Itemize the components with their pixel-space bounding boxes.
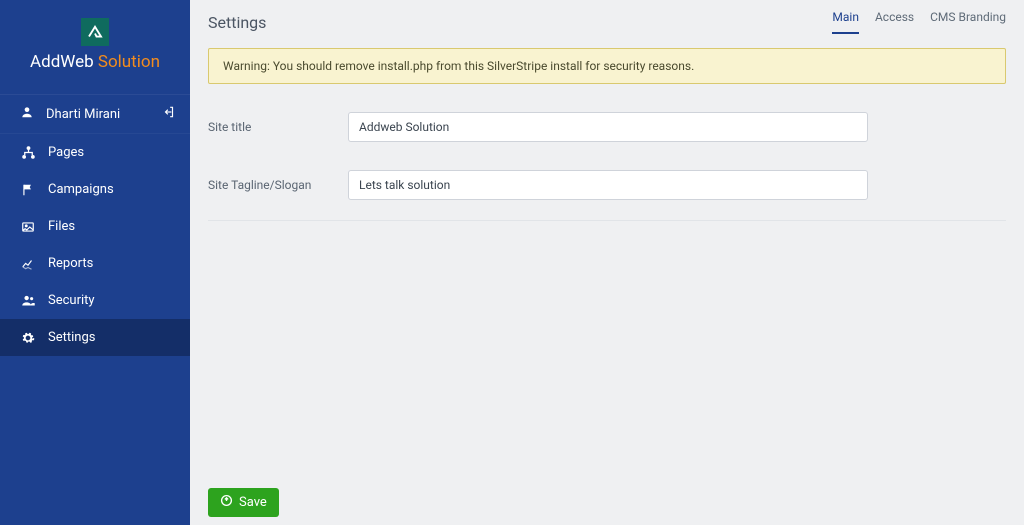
sidebar-item-security[interactable]: Security [0, 282, 190, 319]
site-title-input[interactable] [348, 112, 868, 142]
main-area: Settings Main Access CMS Branding Warnin… [190, 0, 1024, 525]
sidebar-item-label: Pages [48, 145, 84, 160]
brand-logo-block: AddWeb Solution [0, 0, 190, 94]
warning-alert: Warning: You should remove install.php f… [208, 48, 1006, 84]
chart-icon [20, 257, 36, 271]
flag-icon [20, 183, 36, 197]
user-profile-row[interactable]: Dharti Mirani [0, 94, 190, 134]
topbar: Settings Main Access CMS Branding [190, 0, 1024, 34]
sidebar-item-campaigns[interactable]: Campaigns [0, 171, 190, 208]
sidebar-item-files[interactable]: Files [0, 208, 190, 245]
page-title: Settings [208, 13, 832, 32]
sidebar-item-label: Campaigns [48, 182, 114, 197]
save-button[interactable]: Save [208, 488, 279, 517]
sidebar-item-label: Settings [48, 330, 95, 345]
sidebar: AddWeb Solution Dharti Mirani Pages Camp… [0, 0, 190, 525]
tab-main[interactable]: Main [832, 10, 859, 34]
sidebar-item-pages[interactable]: Pages [0, 134, 190, 171]
sidebar-item-reports[interactable]: Reports [0, 245, 190, 282]
sidebar-item-label: Files [48, 219, 75, 234]
sitemap-icon [20, 145, 36, 160]
sidebar-item-label: Security [48, 293, 95, 308]
form-row-site-title: Site title [208, 102, 1006, 160]
save-label: Save [239, 495, 267, 510]
logout-icon[interactable] [162, 105, 176, 123]
content-pane: Warning: You should remove install.php f… [190, 34, 1024, 488]
sidebar-nav: Pages Campaigns Files Reports Security [0, 134, 190, 356]
form-row-tagline: Site Tagline/Slogan [208, 160, 1006, 218]
site-title-label: Site title [208, 120, 348, 134]
tagline-label: Site Tagline/Slogan [208, 178, 348, 192]
save-icon [220, 494, 233, 511]
gear-icon [20, 331, 36, 345]
user-icon [20, 105, 34, 123]
users-icon [20, 293, 36, 308]
form-divider [208, 220, 1006, 221]
user-name: Dharti Mirani [46, 107, 162, 122]
tab-access[interactable]: Access [875, 10, 914, 34]
sidebar-item-settings[interactable]: Settings [0, 319, 190, 356]
tab-cms-branding[interactable]: CMS Branding [930, 10, 1006, 34]
brand-name-a: AddWeb [30, 52, 94, 72]
tabs: Main Access CMS Branding [832, 10, 1006, 34]
brand-name-b: Solution [94, 52, 160, 72]
footer-bar: Save [190, 488, 1024, 525]
sidebar-item-label: Reports [48, 256, 93, 271]
image-icon [20, 220, 36, 234]
brand-name: AddWeb Solution [0, 52, 190, 72]
brand-logo-icon [81, 18, 109, 46]
tagline-input[interactable] [348, 170, 868, 200]
